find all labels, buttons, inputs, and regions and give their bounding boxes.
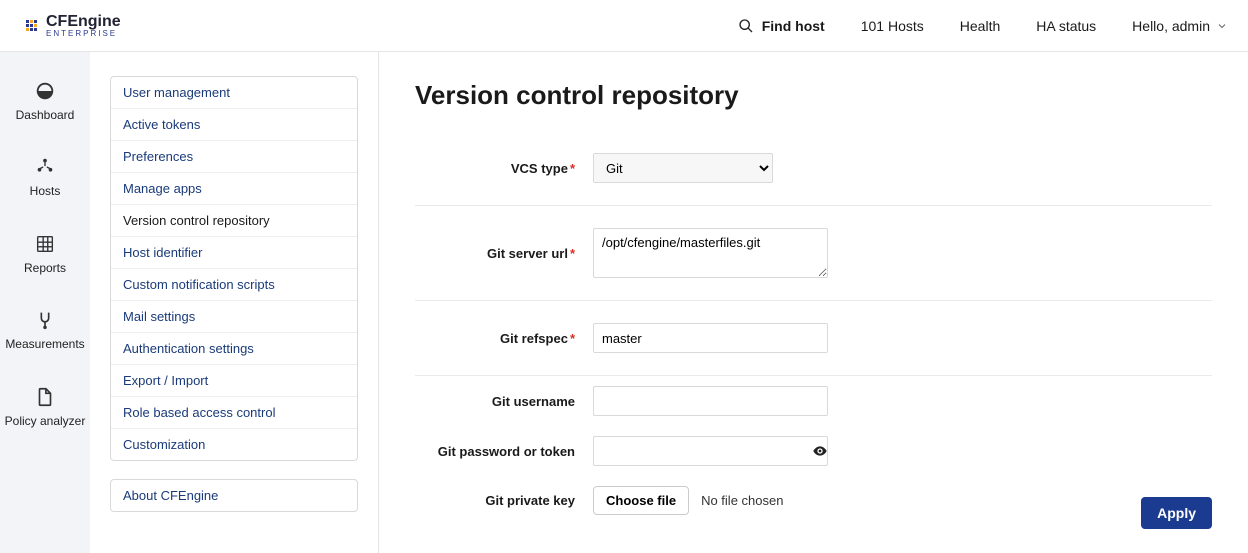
header-nav: Find host 101 Hosts Health HA status Hel… [738,18,1228,34]
hosts-icon [34,156,56,178]
row-git-url: Git server url* /opt/cfengine/masterfile… [415,206,1212,301]
search-icon [738,18,754,34]
logo-title: CFEngine [46,13,121,30]
menu-user-management[interactable]: User management [111,77,357,109]
sidebar-item-reports[interactable]: Reports [0,223,90,285]
measurements-icon [34,309,56,331]
find-host-label: Find host [762,18,825,34]
page-title: Version control repository [415,80,1212,111]
logo-icon [26,20,37,31]
about-link[interactable]: About CFEngine [110,479,358,512]
logo-subtitle: ENTERPRISE [46,30,121,38]
user-greeting: Hello, admin [1132,18,1210,34]
choose-file-button[interactable]: Choose file [593,486,689,515]
user-menu[interactable]: Hello, admin [1132,18,1228,34]
find-host-button[interactable]: Find host [738,18,825,34]
file-status: No file chosen [701,493,783,508]
menu-auth-settings[interactable]: Authentication settings [111,333,357,365]
logo[interactable]: CFEngine ENTERPRISE [26,14,121,38]
row-git-private-key: Git private key Choose file No file chos… [415,476,1212,525]
sidebar-item-measurements[interactable]: Measurements [0,299,90,361]
sidebar-item-policy-analyzer[interactable]: Policy analyzer [0,376,90,438]
dashboard-icon [34,80,56,102]
main-content: Version control repository VCS type* Git… [379,52,1248,553]
vcs-type-select[interactable]: Git [593,153,773,183]
row-git-username: Git username [415,376,1212,426]
vcs-form: VCS type* Git Git server url* /opt/cfeng… [415,131,1212,525]
sidebar-item-hosts[interactable]: Hosts [0,146,90,208]
git-refspec-input[interactable] [593,323,828,353]
nav-health[interactable]: Health [960,18,1000,34]
menu-active-tokens[interactable]: Active tokens [111,109,357,141]
git-server-url-input[interactable]: /opt/cfengine/masterfiles.git [593,228,828,278]
menu-preferences[interactable]: Preferences [111,141,357,173]
label-vcs-type: VCS type* [415,161,575,176]
nav-ha-status[interactable]: HA status [1036,18,1096,34]
sidebar-label: Measurements [5,337,84,351]
menu-rbac[interactable]: Role based access control [111,397,357,429]
sidebar-label: Policy analyzer [5,414,86,428]
row-git-password: Git password or token [415,426,1212,476]
menu-host-identifier[interactable]: Host identifier [111,237,357,269]
sidebar-label: Dashboard [16,108,75,122]
row-vcs-type: VCS type* Git [415,131,1212,206]
apply-button[interactable]: Apply [1141,497,1212,529]
git-password-input[interactable] [593,436,828,466]
label-git-url: Git server url* [415,246,575,261]
eye-icon[interactable] [812,443,828,459]
menu-custom-notification[interactable]: Custom notification scripts [111,269,357,301]
settings-sidebar: User management Active tokens Preference… [90,52,379,553]
menu-manage-apps[interactable]: Manage apps [111,173,357,205]
policy-analyzer-icon [34,386,56,408]
label-git-private-key: Git private key [415,493,575,508]
row-git-refspec: Git refspec* [415,301,1212,376]
label-git-username: Git username [415,394,575,409]
label-git-password: Git password or token [415,444,575,459]
settings-menu: User management Active tokens Preference… [110,76,358,461]
menu-customization[interactable]: Customization [111,429,357,460]
chevron-down-icon [1216,20,1228,32]
reports-icon [34,233,56,255]
app-header: CFEngine ENTERPRISE Find host 101 Hosts … [0,0,1248,52]
menu-export-import[interactable]: Export / Import [111,365,357,397]
nav-hosts[interactable]: 101 Hosts [861,18,924,34]
label-git-refspec: Git refspec* [415,331,575,346]
primary-sidebar: Dashboard Hosts Reports Measurements Pol… [0,52,90,553]
sidebar-item-dashboard[interactable]: Dashboard [0,70,90,132]
sidebar-label: Hosts [30,184,61,198]
sidebar-label: Reports [24,261,66,275]
menu-mail-settings[interactable]: Mail settings [111,301,357,333]
git-username-input[interactable] [593,386,828,416]
menu-version-control[interactable]: Version control repository [111,205,357,237]
